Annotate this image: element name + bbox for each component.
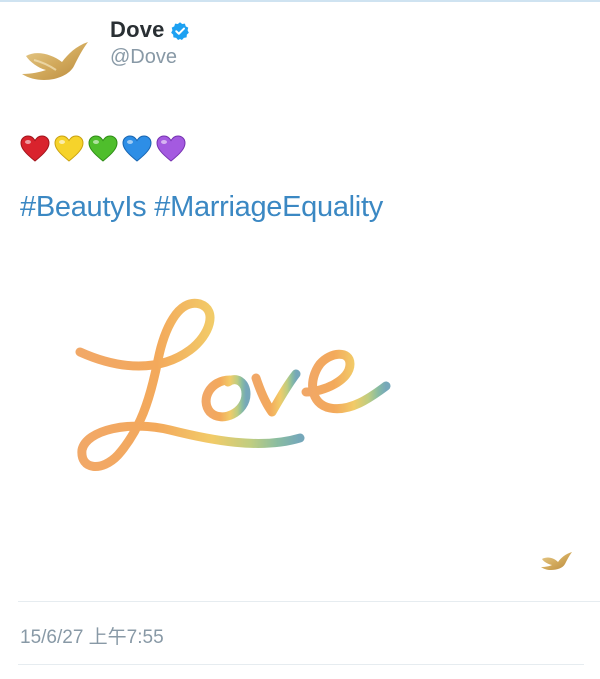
divider xyxy=(18,601,600,602)
green-heart-icon xyxy=(88,135,118,162)
dove-logo-icon[interactable] xyxy=(18,36,94,88)
dove-watermark-icon xyxy=(541,552,572,570)
red-heart-icon xyxy=(20,135,50,162)
divider xyxy=(18,664,584,665)
purple-heart-icon xyxy=(156,135,186,162)
love-lettering-image[interactable] xyxy=(60,290,420,500)
hashtags: #BeautyIs #MarriageEquality xyxy=(20,191,391,224)
top-divider xyxy=(0,0,600,2)
tweet-timestamp[interactable]: 15/6/27 上午7:55 xyxy=(20,622,164,649)
yellow-heart-icon xyxy=(54,135,84,162)
verified-badge-icon xyxy=(171,22,189,40)
user-handle[interactable]: @Dove xyxy=(110,46,177,69)
emoji-hearts xyxy=(19,133,187,165)
author-name[interactable]: Dove xyxy=(110,17,165,43)
hashtag-beautyis[interactable]: #BeautyIs xyxy=(20,191,147,223)
blue-heart-icon xyxy=(122,135,152,162)
hashtag-marriage-equality[interactable]: #MarriageEquality xyxy=(154,191,383,223)
